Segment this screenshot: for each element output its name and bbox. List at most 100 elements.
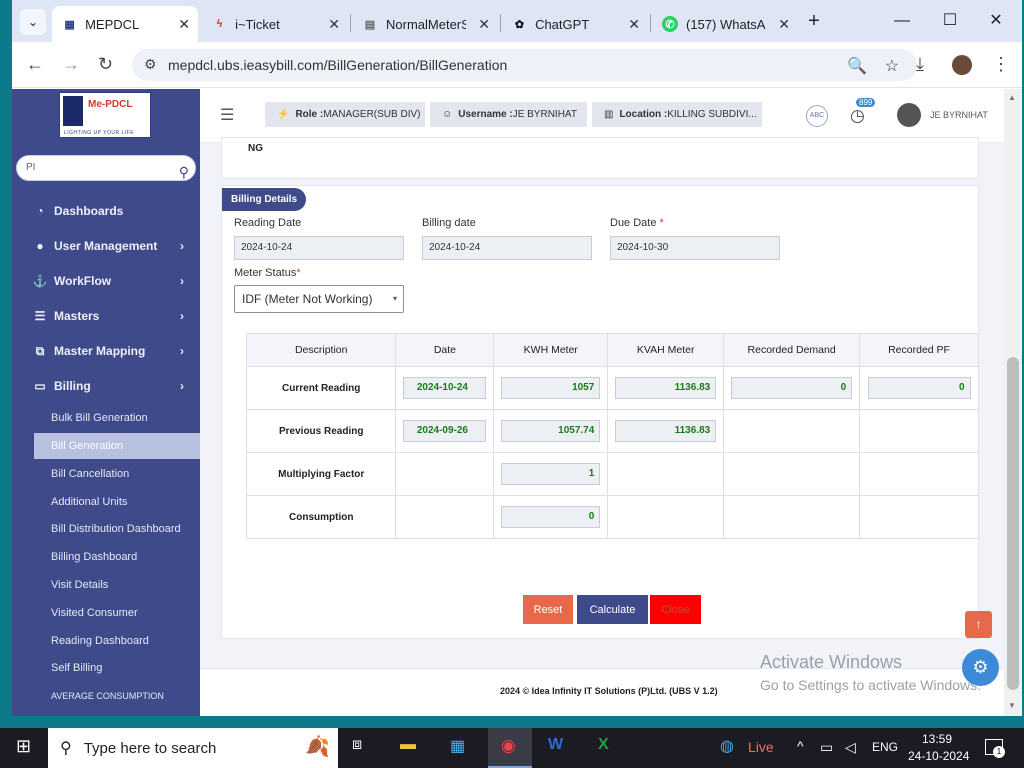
excel-icon[interactable]: X xyxy=(598,736,609,754)
submenu-bill-cancellation[interactable]: Bill Cancellation xyxy=(34,461,200,487)
task-view-icon[interactable]: ⧈ xyxy=(352,736,362,754)
submenu-reading-dashboard[interactable]: Reading Dashboard xyxy=(34,628,200,654)
submenu-bulk-bill-generation[interactable]: Bulk Bill Generation xyxy=(34,405,200,431)
chevron-up-icon[interactable]: ^ xyxy=(797,738,804,754)
apps-icon[interactable]: ABC xyxy=(806,105,828,127)
column-header: Description xyxy=(245,333,397,367)
current-pf-input[interactable]: 0 xyxy=(867,377,971,399)
close-tab-icon[interactable]: ✕ xyxy=(628,16,640,33)
taskbar-chrome-button[interactable]: ◉ xyxy=(488,728,532,768)
search-icon[interactable]: ⚲ xyxy=(179,160,189,184)
current-kvah-input[interactable]: 1136.83 xyxy=(615,377,717,399)
taskbar-search-box[interactable]: ⚲ Type here to search 🍂 xyxy=(48,728,338,768)
clock-icon[interactable]: ◷ xyxy=(850,106,865,126)
download-icon[interactable]: ⤓ xyxy=(916,54,924,75)
submenu-bill-distribution-dashboard[interactable]: Bill Distribution Dashboard xyxy=(34,516,200,542)
forward-icon[interactable]: → xyxy=(62,54,80,75)
site-info-icon[interactable]: ⚙ xyxy=(144,56,157,73)
submenu-additional-units[interactable]: Additional Units xyxy=(34,489,200,515)
chevron-right-icon: › xyxy=(180,379,184,393)
scroll-up-arrow-icon[interactable]: ▲ xyxy=(1008,93,1016,102)
close-tab-icon[interactable]: ✕ xyxy=(778,16,790,33)
browser-menu-icon[interactable]: ⋮ xyxy=(992,54,1010,75)
due-date-input[interactable]: 2024-10-30 xyxy=(610,236,780,260)
clock-date[interactable]: 24-10-2024 xyxy=(908,749,969,763)
close-tab-icon[interactable]: ✕ xyxy=(178,16,190,33)
weather-icon[interactable]: ◍ xyxy=(720,736,734,756)
username-badge: ☺ Username : JE BYRNIHAT xyxy=(430,102,587,127)
whatsapp-favicon-icon: ✆ xyxy=(662,16,678,32)
tab-iticket[interactable]: ϟ i~Ticket ✕ xyxy=(202,6,348,42)
current-demand-input[interactable]: 0 xyxy=(731,377,853,399)
notification-center-icon[interactable]: 1 xyxy=(985,739,1005,758)
reset-button[interactable]: Reset xyxy=(523,595,573,624)
previous-kvah-input[interactable]: 1136.83 xyxy=(615,420,717,442)
close-tab-icon[interactable]: ✕ xyxy=(478,16,490,33)
minimize-button[interactable]: — xyxy=(882,6,922,36)
word-icon[interactable]: W xyxy=(548,736,563,754)
tab-mepdcl[interactable]: ▦ MEPDCL ✕ xyxy=(52,6,198,42)
live-label[interactable]: Live xyxy=(748,739,774,755)
menu-master-mapping[interactable]: ⧉ Master Mapping › xyxy=(12,336,200,366)
hamburger-menu-icon[interactable]: ☰ xyxy=(220,105,234,125)
close-window-button[interactable]: ✕ xyxy=(976,6,1016,36)
scroll-down-arrow-icon[interactable]: ▼ xyxy=(1008,701,1016,710)
calculate-button[interactable]: Calculate xyxy=(577,595,648,624)
submenu-bill-generation[interactable]: Bill Generation xyxy=(34,433,200,459)
menu-billing[interactable]: ▭ Billing › xyxy=(12,371,200,401)
multiplying-factor-input[interactable]: 1 xyxy=(501,463,601,485)
tab-search-button[interactable]: ⌄ xyxy=(20,9,46,35)
empty-cell xyxy=(723,452,861,496)
tab-normalmeter[interactable]: ▤ NormalMeterS ✕ xyxy=(352,6,498,42)
user-avatar[interactable] xyxy=(897,103,921,127)
empty-cell xyxy=(859,452,979,496)
reading-date-input[interactable]: 2024-10-24 xyxy=(234,236,404,260)
reload-icon[interactable]: ↻ xyxy=(98,54,113,75)
menu-masters[interactable]: ☰ Masters › xyxy=(12,301,200,331)
settings-gear-icon[interactable]: ⚙ xyxy=(962,649,999,686)
zoom-icon[interactable]: 🔍 xyxy=(847,56,867,76)
store-icon[interactable]: ▦ xyxy=(450,736,465,756)
submenu-billing-dashboard[interactable]: Billing Dashboard xyxy=(34,544,200,570)
network-icon[interactable]: ▭ xyxy=(820,739,833,756)
tab-whatsapp[interactable]: ✆ (157) WhatsAp ✕ xyxy=(652,6,798,42)
back-icon[interactable]: ← xyxy=(26,54,44,75)
tab-chatgpt[interactable]: ✿ ChatGPT ✕ xyxy=(502,6,648,42)
empty-cell xyxy=(859,495,979,539)
menu-dashboards[interactable]: ◔ Dashboards xyxy=(12,196,200,226)
close-button[interactable]: Close xyxy=(650,595,701,624)
menu-workflow[interactable]: ⚓ WorkFlow › xyxy=(12,266,200,296)
meter-status-select[interactable]: IDF (Meter Not Working) ▾ xyxy=(234,285,404,313)
close-tab-icon[interactable]: ✕ xyxy=(328,16,340,33)
submenu-average-consumption[interactable]: AVERAGE CONSUMPTION xyxy=(34,683,200,709)
language-indicator[interactable]: ENG xyxy=(872,740,898,754)
footer-text: 2024 © Idea Infinity IT Solutions (P)Ltd… xyxy=(500,686,718,696)
profile-avatar[interactable] xyxy=(952,55,972,75)
previous-kwh-input[interactable]: 1057.74 xyxy=(501,420,601,442)
bookmark-star-icon[interactable]: ☆ xyxy=(885,56,899,76)
windows-start-icon[interactable]: ⊞ xyxy=(16,736,31,757)
menu-user-management[interactable]: ● User Management › xyxy=(12,231,200,261)
maximize-button[interactable]: ☐ xyxy=(930,6,970,36)
current-date-input[interactable]: 2024-10-24 xyxy=(403,377,487,399)
submenu-visited-consumer[interactable]: Visited Consumer xyxy=(34,600,200,626)
scrollbar-thumb[interactable] xyxy=(1007,357,1019,690)
users-icon: ● xyxy=(36,239,44,253)
meter-status-label: Meter Status* xyxy=(234,267,301,279)
current-kwh-input[interactable]: 1057 xyxy=(501,377,601,399)
previous-date-input[interactable]: 2024-09-26 xyxy=(403,420,487,442)
volume-icon[interactable]: ◁ xyxy=(845,739,856,756)
url-field[interactable]: ⚙ mepdcl.ubs.ieasybill.com/BillGeneratio… xyxy=(132,49,917,81)
scroll-top-button[interactable]: ↑ xyxy=(965,611,992,638)
page-scrollbar[interactable]: ▲ ▼ xyxy=(1004,89,1022,716)
submenu-self-billing[interactable]: Self Billing xyxy=(34,655,200,681)
activate-windows-subtitle: Go to Settings to activate Windows. xyxy=(760,677,981,693)
submenu-visit-details[interactable]: Visit Details xyxy=(34,572,200,598)
file-explorer-icon[interactable]: ▬ xyxy=(400,736,416,754)
consumption-input[interactable]: 0 xyxy=(501,506,601,528)
billing-date-input[interactable]: 2024-10-24 xyxy=(422,236,592,260)
new-tab-button[interactable]: + xyxy=(794,6,834,36)
clock-time[interactable]: 13:59 xyxy=(922,732,952,746)
sidebar: Me-PDCL LIGHTING UP YOUR LIFE PI ⚲ ◔ Dash… xyxy=(12,89,200,716)
sidebar-search-input[interactable]: PI ⚲ xyxy=(16,155,196,181)
